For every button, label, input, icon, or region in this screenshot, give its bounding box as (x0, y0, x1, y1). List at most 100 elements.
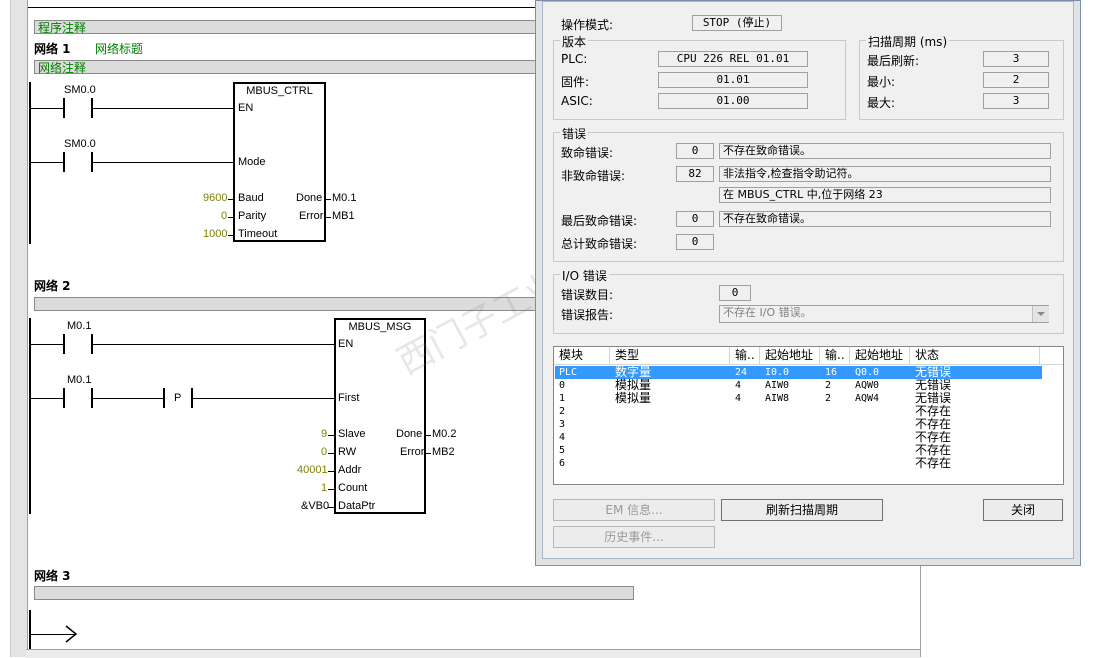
no-contact-m0-1[interactable] (63, 334, 93, 354)
last-scan-value: 3 (983, 51, 1049, 67)
power-rail-1 (29, 82, 31, 244)
col-outputs[interactable]: 输.. (820, 347, 850, 364)
table-cell: 2 (825, 393, 832, 404)
io-error-report-select[interactable]: 不存在 I/O 错误。 (719, 305, 1049, 323)
error-value[interactable]: MB1 (332, 210, 355, 222)
table-cell: 1 (559, 393, 566, 404)
operation-mode-value: STOP (停止) (692, 15, 782, 31)
version-group-title: 版本 (560, 33, 589, 50)
table-row[interactable]: 5 不存在 (555, 444, 1042, 457)
table-cell: PLC (559, 367, 578, 378)
program-comment[interactable]: 程序注释 (34, 20, 536, 35)
pin-count: Count (338, 482, 368, 494)
network-1-comment[interactable]: 网络注释 (34, 60, 536, 75)
wire (30, 108, 63, 109)
pin-done: Done (296, 192, 323, 204)
table-cell: Q0.0 (855, 367, 880, 378)
last-fatal-error-label: 最后致命错误: (561, 214, 638, 228)
fatal-error-label: 致命错误: (561, 146, 614, 160)
em-info-button[interactable]: EM 信息... (553, 499, 715, 521)
wire (228, 199, 233, 200)
last-scan-label: 最后刷新: (867, 54, 920, 68)
table-cell: 4 (735, 380, 742, 391)
scan-cycle-group-title: 扫描周期 (ms) (866, 33, 950, 50)
table-cell: 0 (559, 380, 566, 391)
contact-label: M0.1 (67, 374, 92, 386)
wire (326, 199, 331, 200)
pin-rw: RW (338, 446, 357, 458)
refresh-scan-cycle-button[interactable]: 刷新扫描周期 (721, 499, 883, 521)
network-1-title[interactable]: 网络标题 (95, 40, 143, 57)
table-cell: 6 (559, 458, 566, 469)
no-contact-sm0-0[interactable] (63, 152, 93, 172)
table-cell: 16 (825, 367, 838, 378)
table-cell: 不存在 (915, 456, 952, 470)
wire (328, 489, 334, 490)
table-cell: AIW0 (765, 380, 790, 391)
table-cell: 4 (559, 432, 566, 443)
table-cell: I0.0 (765, 367, 790, 378)
addr-value[interactable]: 40001 (297, 464, 328, 476)
dataptr-value[interactable]: &VB0 (301, 500, 329, 512)
wire (93, 108, 233, 109)
done-value[interactable]: M0.1 (332, 192, 356, 204)
wire (328, 471, 334, 472)
table-cell: AIW8 (765, 393, 790, 404)
table-row[interactable]: 6 不存在 (555, 457, 1042, 470)
io-error-report-label: 错误报告: (561, 308, 614, 322)
done-value[interactable]: M0.2 (432, 428, 456, 440)
table-row[interactable]: 2 不存在 (555, 405, 1042, 418)
col-input-start[interactable]: 起始地址 (760, 347, 820, 364)
col-output-start[interactable]: 起始地址 (850, 347, 910, 364)
baud-value[interactable]: 9600 (203, 192, 227, 204)
network-3-label[interactable]: 网络 3 (34, 567, 71, 584)
network-1-label[interactable]: 网络 1 (34, 40, 71, 57)
network-3-comment[interactable] (34, 586, 634, 600)
table-cell: 24 (735, 367, 748, 378)
col-module[interactable]: 模块 (554, 347, 610, 364)
network-2-label[interactable]: 网络 2 (34, 277, 71, 294)
no-contact-sm0-0[interactable] (63, 98, 93, 118)
table-cell: 2 (559, 406, 566, 417)
nonfatal-error-text: 非法指令,检查指令助记符。 (719, 166, 1051, 182)
module-table[interactable]: 模块 类型 输.. 起始地址 输.. 起始地址 状态 PLC 数字量 24 I0.0 1… (553, 346, 1064, 485)
last-fatal-error-text: 不存在致命错误。 (719, 211, 1051, 227)
col-status[interactable]: 状态 (910, 347, 1040, 364)
nonfatal-error-detail: 在 MBUS_CTRL 中,位于网络 23 (719, 187, 1051, 203)
error-value[interactable]: MB2 (432, 446, 455, 458)
min-scan-value: 2 (983, 72, 1049, 88)
pin-done: Done (396, 428, 423, 440)
table-row[interactable]: 3 不存在 (555, 418, 1042, 431)
close-button[interactable]: 关闭 (983, 499, 1063, 521)
table-cell: AQW4 (855, 393, 880, 404)
editor-left-margin (10, 0, 28, 657)
parity-value[interactable]: 0 (221, 210, 227, 222)
firmware-label: 固件: (561, 75, 590, 89)
plc-value: CPU 226 REL 01.01 (658, 51, 808, 67)
chevron-down-icon[interactable] (1032, 306, 1049, 322)
wire (328, 507, 334, 508)
pin-timeout: Timeout (238, 228, 278, 240)
no-contact-m0-1[interactable] (63, 388, 93, 408)
col-type[interactable]: 类型 (610, 347, 730, 364)
history-events-button[interactable]: 历史事件... (553, 526, 715, 548)
nonfatal-error-label: 非致命错误: (561, 169, 626, 183)
min-scan-label: 最小: (867, 75, 896, 89)
col-inputs[interactable]: 输.. (730, 347, 760, 364)
timeout-value[interactable]: 1000 (203, 228, 227, 240)
max-scan-label: 最大: (867, 96, 896, 110)
io-error-count-label: 错误数目: (561, 288, 614, 302)
pin-en: EN (238, 102, 254, 114)
wire (228, 217, 233, 218)
wire (228, 235, 233, 236)
slave-value[interactable]: 9 (321, 428, 327, 440)
rw-value[interactable]: 0 (321, 446, 327, 458)
table-row[interactable]: 1 模拟量 4 AIW8 2 AQW4 无错误 (555, 392, 1042, 405)
fatal-error-text: 不存在致命错误。 (719, 143, 1051, 159)
wire (328, 453, 334, 454)
pin-error: Error (299, 210, 324, 222)
table-row[interactable]: 4 不存在 (555, 431, 1042, 444)
pin-baud: Baud (238, 192, 264, 204)
count-value[interactable]: 1 (321, 482, 327, 494)
asic-value: 01.00 (658, 93, 808, 109)
